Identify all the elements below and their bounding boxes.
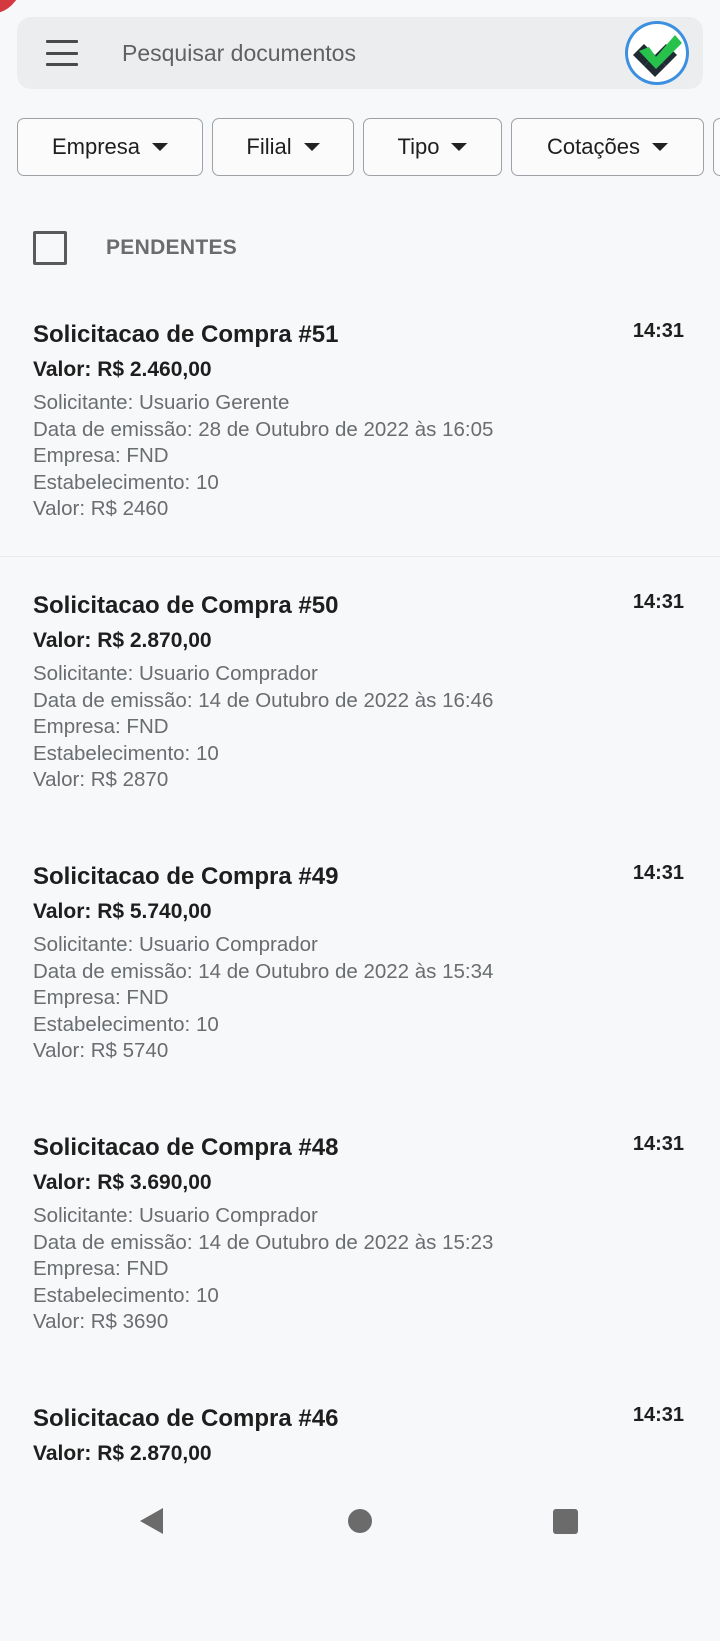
document-item[interactable]: 14:31 Solicitacao de Compra #50 Valor: R…	[0, 557, 720, 828]
document-value: Valor: R$ 2.870,00	[33, 1442, 212, 1465]
document-establishment: Estabelecimento: 10	[33, 1012, 219, 1036]
filter-empresa-dropdown[interactable]: Empresa	[17, 118, 203, 176]
document-company: Empresa: FND	[33, 1257, 169, 1280]
document-title: Solicitacao de Compra #51	[33, 321, 339, 348]
document-raw-value: Valor: R$ 2460	[33, 497, 169, 520]
document-time: 14:31	[632, 862, 684, 884]
logo-icon	[633, 35, 682, 77]
search-bar[interactable]	[17, 17, 703, 89]
document-title: Solicitacao de Compra #49	[33, 863, 339, 890]
document-raw-value: Valor: R$ 3690	[33, 1310, 169, 1333]
square-recents-icon[interactable]	[553, 1509, 578, 1534]
document-company: Empresa: FND	[33, 986, 169, 1009]
document-requester: Solicitante: Usuario Comprador	[33, 662, 318, 685]
document-details: Solicitante: Usuario Comprador Data de e…	[33, 1203, 685, 1336]
document-value: Valor: R$ 2.870,00	[33, 629, 212, 652]
document-issue-date: Data de emissão: 28 de Outubro de 2022 à…	[33, 417, 494, 441]
document-requester: Solicitante: Usuario Gerente	[33, 391, 290, 414]
hamburger-menu-icon[interactable]	[46, 40, 80, 66]
caret-down-icon	[152, 143, 169, 151]
document-raw-value: Valor: R$ 2870	[33, 768, 169, 791]
document-item[interactable]: 14:31 Solicitacao de Compra #48 Valor: R…	[0, 1099, 720, 1370]
filter-label: Empresa	[51, 134, 141, 159]
filter-cotacoes-dropdown[interactable]: Cotações	[511, 118, 704, 176]
document-issue-date: Data de emissão: 14 de Outubro de 2022 à…	[33, 959, 494, 983]
system-navigation-bar	[0, 1480, 720, 1561]
document-time: 14:31	[632, 1133, 684, 1155]
document-value: Valor: R$ 5.740,00	[33, 900, 212, 923]
document-item[interactable]: 14:31 Solicitacao de Compra #49 Valor: R…	[0, 828, 720, 1099]
document-details: Solicitante: Usuario Comprador Data de e…	[33, 661, 685, 794]
select-all-checkbox[interactable]	[33, 231, 67, 265]
document-establishment: Estabelecimento: 10	[33, 1283, 219, 1307]
filter-filial-dropdown[interactable]: Filial	[212, 118, 354, 176]
document-raw-value: Valor: R$ 5740	[33, 1039, 169, 1062]
triangle-back-icon[interactable]	[140, 1508, 163, 1534]
document-company: Empresa: FND	[33, 715, 169, 738]
document-issue-date: Data de emissão: 14 de Outubro de 2022 à…	[33, 688, 494, 712]
document-company: Empresa: FND	[33, 444, 169, 467]
document-time: 14:31	[632, 320, 684, 342]
caret-down-icon	[651, 143, 668, 151]
caret-down-icon	[303, 143, 320, 151]
company-logo-avatar[interactable]	[625, 21, 689, 85]
search-input[interactable]	[120, 38, 524, 68]
document-value: Valor: R$ 2.460,00	[33, 358, 212, 381]
filter-label: Cotações	[547, 134, 640, 159]
document-item[interactable]: 14:31 Solicitacao de Compra #51 Valor: R…	[0, 300, 720, 557]
caret-down-icon	[451, 143, 468, 151]
document-title: Solicitacao de Compra #50	[33, 592, 339, 619]
document-title: Solicitacao de Compra #48	[33, 1134, 339, 1161]
document-title: Solicitacao de Compra #46	[33, 1405, 339, 1432]
document-time: 14:31	[632, 1404, 684, 1426]
document-time: 14:31	[632, 591, 684, 613]
filter-label: Filial	[246, 134, 292, 159]
filter-more-chip[interactable]	[713, 118, 720, 176]
document-list: 14:31 Solicitacao de Compra #51 Valor: R…	[0, 300, 720, 1641]
document-details: Solicitante: Usuario Gerente Data de emi…	[33, 390, 685, 523]
filter-tipo-dropdown[interactable]: Tipo	[363, 118, 502, 176]
pending-section-header: PENDENTES	[33, 231, 237, 265]
circle-home-icon[interactable]	[348, 1509, 372, 1533]
document-requester: Solicitante: Usuario Comprador	[33, 1204, 318, 1227]
filter-label: Tipo	[397, 134, 440, 159]
document-details: Solicitante: Usuario Comprador Data de e…	[33, 932, 685, 1065]
pending-label: PENDENTES	[106, 236, 238, 259]
document-issue-date: Data de emissão: 14 de Outubro de 2022 à…	[33, 1230, 494, 1254]
document-requester: Solicitante: Usuario Comprador	[33, 933, 318, 956]
filter-bar: Empresa Filial Tipo Cotações	[17, 118, 720, 178]
document-establishment: Estabelecimento: 10	[33, 470, 219, 494]
document-value: Valor: R$ 3.690,00	[33, 1171, 212, 1194]
document-establishment: Estabelecimento: 10	[33, 741, 219, 765]
